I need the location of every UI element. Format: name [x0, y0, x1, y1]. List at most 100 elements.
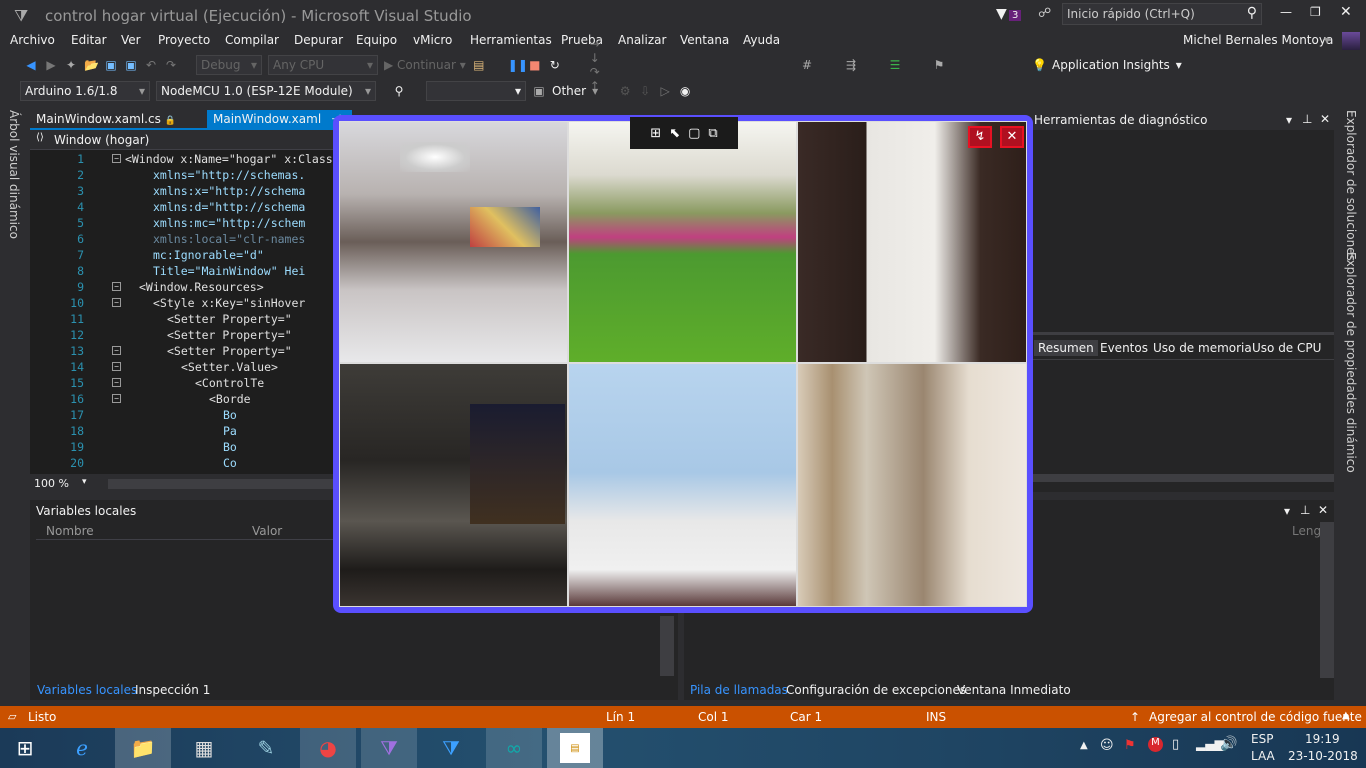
menu-depurar[interactable]: Depurar [294, 33, 343, 47]
column-language[interactable]: Leng [1292, 524, 1321, 538]
hex-icon[interactable]: # [800, 58, 814, 72]
feedback-icon[interactable]: ☍ [1038, 6, 1051, 21]
new-project-icon[interactable]: ✦ [64, 58, 78, 72]
clock-date[interactable]: 23-10-2018 [1288, 749, 1358, 763]
close-icon[interactable]: ✕ [1318, 503, 1328, 517]
fold-toggle-icon[interactable]: − [112, 346, 121, 355]
upload-icon[interactable]: ⇩ [638, 84, 652, 98]
solution-explorer-tab[interactable]: Explorador de soluciones [1344, 110, 1358, 261]
board-select[interactable]: NodeMCU 1.0 (ESP-12E Module) ▾ [156, 81, 376, 101]
room-kids-image[interactable] [568, 363, 797, 607]
panel-menu-icon[interactable]: ▾ [1286, 113, 1292, 127]
menu-herramientas[interactable]: Herramientas [470, 33, 552, 47]
tab-immediate-window[interactable]: Ventana Inmediato [953, 682, 1075, 698]
menu-archivo[interactable]: Archivo [10, 33, 55, 47]
app-close-button[interactable]: ✕ [1000, 126, 1024, 148]
select-element-icon[interactable]: ⬉ [669, 126, 680, 141]
input-language-1[interactable]: ESP [1251, 732, 1273, 746]
code-editor[interactable]: 1− <Window x:Name="hogar" x:Class 2 xmlns="… [30, 150, 335, 474]
undo-icon[interactable]: ↶ [144, 58, 158, 72]
menu-compilar[interactable]: Compilar [225, 33, 279, 47]
other-select[interactable]: Other [552, 84, 586, 98]
play-icon[interactable]: ▷ [658, 84, 672, 98]
menu-analizar[interactable]: Analizar [618, 33, 666, 47]
tab-eventos[interactable]: Eventos [1096, 340, 1152, 356]
action-center-flag-icon[interactable]: ⚑ [1124, 738, 1136, 753]
column-valor[interactable]: Valor [252, 524, 282, 538]
mega-icon[interactable]: M [1148, 737, 1163, 752]
file-explorer-icon[interactable]: 📁 [115, 728, 171, 768]
toggle-button[interactable]: ↯ [968, 126, 992, 148]
tab-exception-settings[interactable]: Configuración de excepciones [782, 682, 970, 698]
tab-locals[interactable]: Variables locales [33, 682, 141, 698]
menu-proyecto[interactable]: Proyecto [158, 33, 210, 47]
maximize-button[interactable]: ❐ [1310, 5, 1321, 19]
go-to-live-visual-tree-icon[interactable]: ⊞ [650, 126, 661, 141]
port-select[interactable]: ▾ [426, 81, 526, 101]
vs-blue-icon[interactable]: ⧩ [423, 728, 479, 768]
running-app-window[interactable] [333, 115, 1033, 613]
platform-select[interactable]: Any CPU ▾ [268, 55, 378, 75]
navigation-bar[interactable]: ⟨⟩ Window (hogar) [30, 130, 335, 150]
live-visual-tree-tab[interactable]: Árbol visual dinámico [7, 110, 21, 239]
save-all-icon[interactable]: ▣ [124, 58, 138, 72]
stop-circle-icon[interactable]: ◉ [678, 84, 692, 98]
tab-resumen[interactable]: Resumen [1034, 340, 1098, 356]
open-file-icon[interactable]: 📂 [84, 58, 99, 72]
list-icon[interactable]: ☰ [888, 58, 902, 72]
quick-launch-input[interactable]: Inicio rápido (Ctrl+Q) ⚲ [1062, 3, 1262, 25]
internet-explorer-icon[interactable]: ℯ [54, 728, 110, 768]
menu-editar[interactable]: Editar [71, 33, 107, 47]
redo-icon[interactable]: ↷ [164, 58, 178, 72]
chevron-down-icon[interactable]: ▾ [1324, 33, 1330, 47]
volume-icon[interactable]: 🔊 [1220, 736, 1237, 752]
horizontal-scrollbar[interactable] [108, 479, 333, 489]
continue-button[interactable]: ▶ Continuar ▾ [384, 58, 466, 72]
menu-ventana[interactable]: Ventana [680, 33, 729, 47]
menu-equipo[interactable]: Equipo [356, 33, 397, 47]
tab-mainwindow-xaml[interactable]: MainWindow.xaml ⊣ [207, 110, 352, 128]
room-bedroom-image[interactable] [339, 363, 568, 607]
add-to-source-control-button[interactable]: Agregar al control de código fuente [1149, 710, 1362, 724]
display-adorners-icon[interactable]: ▢ [688, 126, 700, 141]
tab-uso-memoria[interactable]: Uso de memoria [1149, 340, 1256, 356]
live-property-explorer-tab[interactable]: Explorador de propiedades dinámico [1344, 252, 1358, 473]
user-name[interactable]: Michel Bernales Montoya [1183, 33, 1333, 47]
menu-ver[interactable]: Ver [121, 33, 141, 47]
avatar[interactable] [1342, 32, 1360, 50]
calculator-icon[interactable]: ▦ [176, 728, 232, 768]
fold-toggle-icon[interactable]: − [112, 378, 121, 387]
fold-toggle-icon[interactable]: − [112, 154, 121, 163]
chevron-up-icon[interactable]: ▲ [1342, 710, 1350, 721]
zoom-level-select[interactable]: 100 % [34, 477, 69, 490]
menu-vmicro[interactable]: vMicro [413, 33, 452, 47]
clock-time[interactable]: 19:19 [1305, 732, 1340, 746]
fold-toggle-icon[interactable]: − [112, 282, 121, 291]
serial-monitor-icon[interactable]: ▣ [532, 84, 546, 98]
menu-ayuda[interactable]: Ayuda [743, 33, 780, 47]
pause-icon[interactable]: ❚❚ [508, 58, 528, 72]
process-icon[interactable]: ▤ [472, 58, 486, 72]
configuration-select[interactable]: Debug ▾ [196, 55, 262, 75]
gear-icon[interactable]: ⚙ [618, 84, 632, 98]
arduino-icon[interactable]: ∞ [486, 728, 542, 768]
pin-icon[interactable]: ⊥ [1300, 503, 1310, 517]
running-app-icon[interactable]: ▤ [547, 728, 603, 768]
start-button[interactable]: ⊞ [0, 728, 50, 768]
restart-icon[interactable]: ↻ [548, 58, 562, 72]
notepad-icon[interactable]: ✎ [238, 728, 294, 768]
minimize-button[interactable]: — [1280, 5, 1292, 19]
pin-icon[interactable]: ⊥ [1302, 112, 1312, 126]
show-hidden-icons[interactable]: ▲ [1080, 740, 1088, 751]
room-garden-image[interactable] [568, 121, 797, 363]
column-nombre[interactable]: Nombre [46, 524, 94, 538]
back-icon[interactable]: ◀ [24, 58, 38, 72]
bookmark-icon[interactable]: ⚑ [932, 58, 946, 72]
room-dining-image[interactable] [339, 121, 568, 363]
close-icon[interactable]: ✕ [1320, 112, 1330, 126]
track-focus-icon[interactable]: ⧉ [708, 126, 717, 141]
input-language-2[interactable]: LAA [1251, 749, 1275, 763]
ide-version-select[interactable]: Arduino 1.6/1.8 ▾ [20, 81, 150, 101]
room-bathroom-image[interactable] [797, 363, 1027, 607]
threads-icon[interactable]: ⇶ [844, 58, 858, 72]
